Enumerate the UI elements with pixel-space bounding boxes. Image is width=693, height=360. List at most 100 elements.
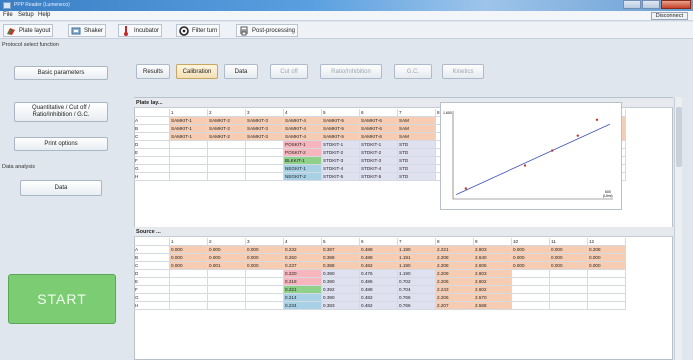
menu-setup[interactable]: Setup bbox=[18, 12, 34, 18]
table-cell[interactable]: 0.000 bbox=[246, 254, 284, 262]
table-cell[interactable]: SAMKIT-2 bbox=[208, 117, 246, 125]
table-cell[interactable]: SAMKIT-2 bbox=[208, 133, 246, 141]
table-cell[interactable] bbox=[246, 157, 284, 165]
table-cell[interactable]: 0.392 bbox=[322, 286, 360, 294]
table-cell[interactable] bbox=[246, 286, 284, 294]
table-cell[interactable]: SAMKIT-3 bbox=[246, 125, 284, 133]
table-cell[interactable]: 2.803 bbox=[474, 246, 512, 254]
table-cell[interactable]: 2.207 bbox=[436, 302, 474, 310]
disconnect-button[interactable]: Disconnect bbox=[650, 12, 688, 20]
tab-results[interactable]: Results bbox=[136, 64, 170, 79]
table-cell[interactable]: 0.390 bbox=[322, 294, 360, 302]
table-cell[interactable]: 0.388 bbox=[322, 262, 360, 270]
tab-data[interactable]: Data bbox=[224, 64, 258, 79]
table-cell[interactable] bbox=[246, 165, 284, 173]
table-cell[interactable] bbox=[208, 149, 246, 157]
table-cell[interactable] bbox=[246, 173, 284, 181]
menu-help[interactable]: Help bbox=[38, 12, 50, 18]
start-button[interactable]: START bbox=[8, 274, 116, 324]
table-cell[interactable] bbox=[512, 278, 550, 286]
table-cell[interactable]: SAMKIT-5 bbox=[322, 117, 360, 125]
table-cell[interactable]: STD bbox=[398, 173, 436, 181]
post-processing-button[interactable]: Post-processing bbox=[236, 24, 299, 37]
table-cell[interactable]: 0.000 bbox=[512, 254, 550, 262]
table-cell[interactable]: 0.234 bbox=[284, 302, 322, 310]
table-cell[interactable]: 0.488 bbox=[360, 246, 398, 254]
table-cell[interactable]: 2.568 bbox=[474, 302, 512, 310]
table-cell[interactable] bbox=[512, 270, 550, 278]
table-cell[interactable]: 0.766 bbox=[398, 302, 436, 310]
table-cell[interactable]: 0.766 bbox=[398, 294, 436, 302]
vertical-scrollbar[interactable] bbox=[674, 97, 682, 360]
table-cell[interactable]: 2.206 bbox=[436, 278, 474, 286]
table-cell[interactable] bbox=[246, 149, 284, 157]
table-cell[interactable] bbox=[170, 149, 208, 157]
quantitative-button[interactable]: Quantitative / Cut off / Ratio/Inhibitio… bbox=[14, 102, 108, 122]
table-cell[interactable] bbox=[170, 165, 208, 173]
table-cell[interactable]: NEGKIT-1 bbox=[284, 165, 322, 173]
table-cell[interactable] bbox=[208, 294, 246, 302]
table-cell[interactable] bbox=[246, 278, 284, 286]
table-cell[interactable]: SAMKIT-1 bbox=[170, 117, 208, 125]
table-cell[interactable] bbox=[208, 270, 246, 278]
table-cell[interactable] bbox=[588, 302, 626, 310]
table-cell[interactable] bbox=[208, 278, 246, 286]
table-cell[interactable] bbox=[588, 294, 626, 302]
table-cell[interactable]: STDKIT-4 bbox=[322, 165, 360, 173]
table-cell[interactable] bbox=[170, 278, 208, 286]
table-cell[interactable]: 0.232 bbox=[284, 246, 322, 254]
table-cell[interactable]: 0.000 bbox=[170, 246, 208, 254]
table-cell[interactable]: 0.220 bbox=[284, 270, 322, 278]
table-cell[interactable]: 0.388 bbox=[322, 254, 360, 262]
table-cell[interactable] bbox=[170, 141, 208, 149]
filter-turn-button[interactable]: Filter turn bbox=[176, 24, 221, 37]
table-cell[interactable]: 0.488 bbox=[360, 254, 398, 262]
plate-layout-button[interactable]: Plate layout bbox=[3, 24, 54, 37]
table-cell[interactable]: SAMKIT-3 bbox=[246, 117, 284, 125]
table-cell[interactable]: 0.000 bbox=[512, 246, 550, 254]
table-cell[interactable]: 2.206 bbox=[436, 294, 474, 302]
table-cell[interactable]: 0.237 bbox=[284, 262, 322, 270]
table-cell[interactable]: STDKIT-2 bbox=[360, 149, 398, 157]
table-cell[interactable] bbox=[208, 173, 246, 181]
menu-file[interactable]: File bbox=[3, 12, 13, 18]
table-cell[interactable] bbox=[208, 141, 246, 149]
table-cell[interactable]: 2.602 bbox=[474, 278, 512, 286]
table-cell[interactable]: STDKIT-3 bbox=[322, 157, 360, 165]
table-cell[interactable]: 0.000 bbox=[550, 254, 588, 262]
table-cell[interactable] bbox=[550, 294, 588, 302]
table-cell[interactable]: STDKIT-5 bbox=[322, 173, 360, 181]
table-cell[interactable]: SAMKIT-1 bbox=[170, 133, 208, 141]
table-cell[interactable]: STD bbox=[398, 141, 436, 149]
table-cell[interactable]: 0.000 bbox=[588, 254, 626, 262]
tab-calibration[interactable]: Calibration bbox=[176, 64, 218, 79]
table-cell[interactable] bbox=[588, 278, 626, 286]
table-cell[interactable]: SAMKIT-6 bbox=[360, 117, 398, 125]
table-cell[interactable]: STD bbox=[398, 149, 436, 157]
table-cell[interactable]: STD bbox=[398, 165, 436, 173]
table-cell[interactable]: 0.001 bbox=[208, 262, 246, 270]
close-button[interactable] bbox=[661, 0, 691, 9]
minimize-button[interactable] bbox=[623, 0, 641, 9]
table-cell[interactable]: SAMKIT-4 bbox=[284, 125, 322, 133]
table-cell[interactable]: SAM bbox=[398, 125, 436, 133]
table-cell[interactable]: 1.191 bbox=[398, 254, 436, 262]
table-cell[interactable]: 2.605 bbox=[474, 262, 512, 270]
table-cell[interactable]: 2.209 bbox=[436, 270, 474, 278]
table-cell[interactable]: 0.387 bbox=[322, 246, 360, 254]
table-cell[interactable]: 0.702 bbox=[398, 278, 436, 286]
table-cell[interactable]: 0.000 bbox=[208, 254, 246, 262]
table-cell[interactable]: 2.640 bbox=[474, 254, 512, 262]
table-cell[interactable]: 0.482 bbox=[360, 294, 398, 302]
table-cell[interactable] bbox=[170, 302, 208, 310]
table-cell[interactable]: SAMKIT-3 bbox=[246, 133, 284, 141]
maximize-button[interactable] bbox=[642, 0, 660, 9]
table-cell[interactable]: 1.190 bbox=[398, 246, 436, 254]
table-cell[interactable] bbox=[550, 302, 588, 310]
table-cell[interactable]: SAMKIT-5 bbox=[322, 125, 360, 133]
table-cell[interactable]: 2.602 bbox=[474, 286, 512, 294]
shaker-button[interactable]: Shaker bbox=[68, 24, 107, 37]
table-cell[interactable] bbox=[550, 286, 588, 294]
table-cell[interactable]: 0.000 bbox=[170, 262, 208, 270]
table-cell[interactable]: 0.482 bbox=[360, 302, 398, 310]
